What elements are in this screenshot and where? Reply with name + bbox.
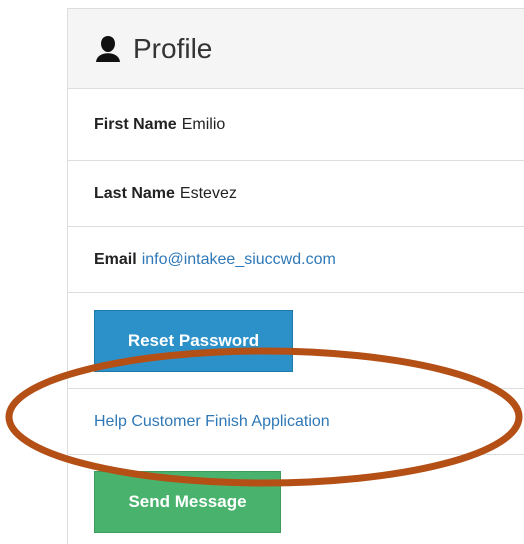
profile-panel: Profile First Name Emilio Last Name Este… (67, 8, 524, 544)
email-label: Email (94, 250, 137, 268)
help-customer-row: Help Customer Finish Application (68, 389, 524, 455)
email-row: Email info@intakee_siuccwd.com (68, 227, 524, 293)
last-name-value: Estevez (179, 184, 237, 202)
screenshot-stage: Profile First Name Emilio Last Name Este… (0, 0, 524, 544)
reset-password-button[interactable]: Reset Password (94, 309, 293, 372)
reset-password-row: Reset Password (68, 293, 524, 389)
send-message-button[interactable]: Send Message (94, 471, 281, 533)
user-icon (93, 34, 123, 64)
last-name-label: Last Name (94, 184, 175, 202)
first-name-label: First Name (94, 115, 177, 133)
email-link[interactable]: info@intakee_siuccwd.com (142, 251, 336, 269)
last-name-row: Last Name Estevez (68, 161, 524, 227)
page-title: Profile (133, 32, 213, 64)
first-name-value: Emilio (181, 115, 226, 133)
first-name-row: First Name Emilio (68, 89, 524, 161)
help-customer-finish-application-link[interactable]: Help Customer Finish Application (94, 413, 330, 431)
profile-header: Profile (68, 9, 524, 89)
send-message-row: Send Message (68, 455, 524, 544)
